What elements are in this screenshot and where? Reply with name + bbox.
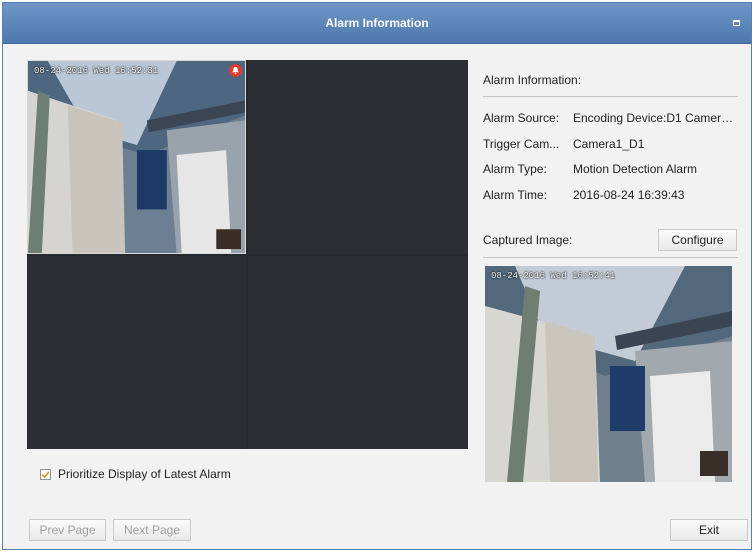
configure-button[interactable]: Configure [658, 229, 737, 251]
trigger-camera-label: Trigger Cam... [483, 137, 560, 151]
exit-button[interactable]: Exit [670, 519, 748, 541]
trigger-camera-row: Trigger Cam... Camera1_D1 [483, 137, 738, 151]
alarm-source-row: Alarm Source: Encoding Device:D1 Camera1.… [483, 111, 738, 125]
camera-feed-image [28, 61, 245, 253]
captured-image[interactable]: 08-24-2016 Wed 16:52:41 [485, 266, 732, 482]
alarm-type-label: Alarm Type: [483, 162, 547, 176]
alarm-information-heading: Alarm Information: [483, 73, 582, 87]
alarm-type-row: Alarm Type: Motion Detection Alarm [483, 162, 738, 176]
window-title: Alarm Information [325, 16, 429, 30]
divider [483, 257, 738, 258]
captured-osd-timestamp: 08-24-2016 Wed 16:52:41 [491, 271, 616, 281]
alarm-bell-icon [229, 64, 242, 77]
prioritize-latest-alarm-checkbox[interactable]: Prioritize Display of Latest Alarm [40, 467, 231, 481]
restore-button[interactable] [732, 18, 741, 27]
alarm-time-row: Alarm Time: 2016-08-24 16:39:43 [483, 188, 738, 202]
video-cell-3[interactable] [27, 256, 246, 449]
alarm-time-label: Alarm Time: [483, 188, 548, 202]
title-bar[interactable]: Alarm Information [3, 3, 751, 44]
captured-image-picture [485, 266, 732, 482]
restore-icon [733, 19, 740, 26]
next-page-button[interactable]: Next Page [113, 519, 191, 541]
video-grid: 08-24-2016 Wed 16:52:31 [27, 60, 468, 449]
check-icon [41, 470, 50, 478]
alarm-time-value: 2016-08-24 16:39:43 [573, 188, 685, 202]
video-osd-timestamp: 08-24-2016 Wed 16:52:31 [34, 66, 159, 76]
alarm-source-label: Alarm Source: [483, 111, 560, 125]
video-cell-2[interactable] [248, 60, 468, 254]
alarm-type-value: Motion Detection Alarm [573, 162, 698, 176]
captured-image-heading: Captured Image: [483, 233, 573, 247]
video-cell-1[interactable]: 08-24-2016 Wed 16:52:31 [27, 60, 246, 254]
checkbox-label: Prioritize Display of Latest Alarm [58, 467, 231, 481]
video-cell-4[interactable] [248, 256, 468, 449]
prev-page-button[interactable]: Prev Page [29, 519, 106, 541]
divider [483, 96, 738, 97]
alarm-source-value: Encoding Device:D1 Camera1... [573, 111, 738, 125]
checkbox-box[interactable] [40, 468, 51, 480]
trigger-camera-value: Camera1_D1 [573, 137, 645, 151]
